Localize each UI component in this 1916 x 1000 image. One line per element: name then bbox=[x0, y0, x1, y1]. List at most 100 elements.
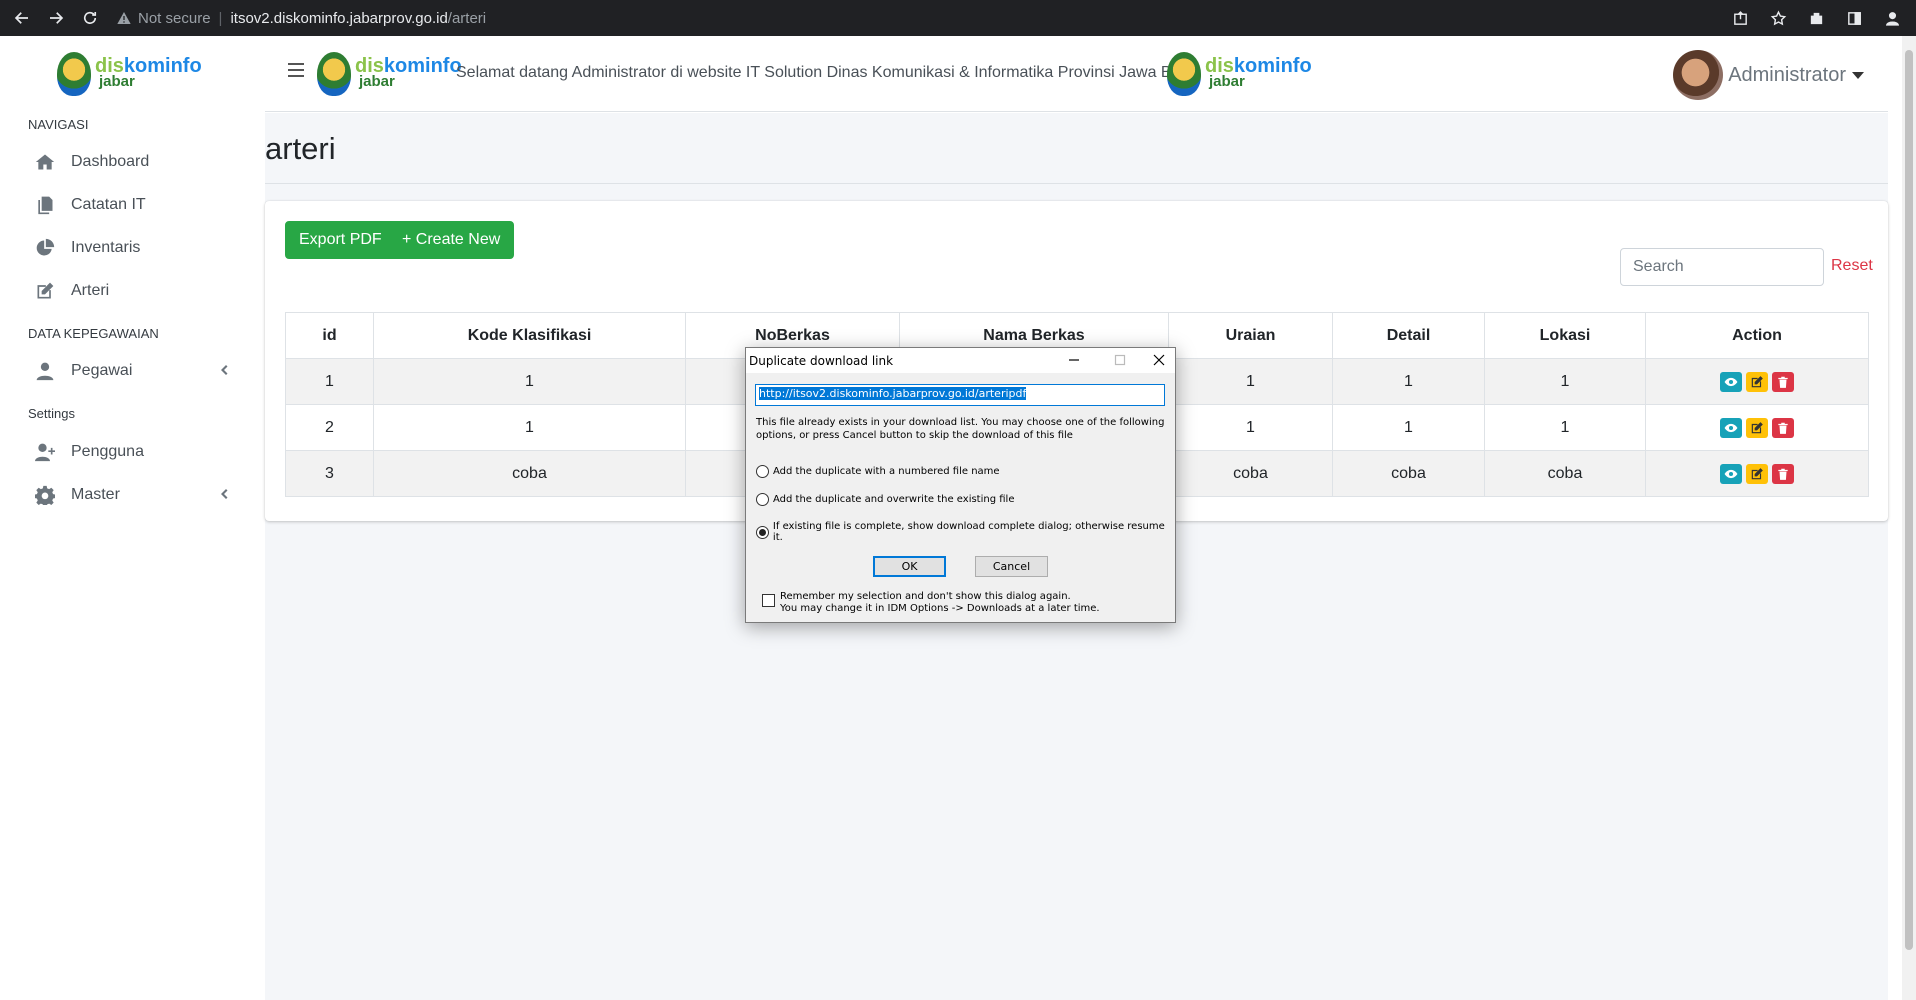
browser-toolbar: Not secure | itsov2.diskominfo.jabarprov… bbox=[0, 0, 1916, 36]
jabar-crest-icon bbox=[1167, 52, 1201, 96]
extensions-icon[interactable] bbox=[1804, 6, 1828, 30]
sidebar-item-inventaris[interactable]: Inventaris bbox=[34, 238, 234, 258]
option-resume[interactable]: If existing file is complete, show downl… bbox=[756, 521, 1175, 543]
minimize-icon[interactable] bbox=[1059, 350, 1089, 370]
checkbox-box[interactable] bbox=[762, 594, 775, 607]
view-button[interactable] bbox=[1720, 371, 1742, 392]
sidebar-item-label: Inventaris bbox=[71, 239, 141, 256]
brand-part2: kominfo bbox=[1233, 55, 1312, 77]
brand-part2: kominfo bbox=[383, 55, 462, 77]
welcome-text: Selamat datang Administrator di website … bbox=[456, 64, 1200, 81]
profile-icon[interactable] bbox=[1880, 6, 1904, 30]
view-button[interactable] bbox=[1720, 463, 1742, 484]
sidebar-item-pengguna[interactable]: Pengguna bbox=[34, 442, 234, 462]
ok-button[interactable]: OK bbox=[873, 556, 946, 577]
option-label: If existing file is complete, show downl… bbox=[772, 521, 1165, 543]
title-divider bbox=[265, 183, 1888, 184]
export-pdf-button[interactable]: Export PDF bbox=[285, 221, 396, 259]
edit-button[interactable] bbox=[1746, 371, 1768, 392]
edit-button[interactable] bbox=[1746, 463, 1768, 484]
forward-icon[interactable] bbox=[44, 6, 68, 30]
delete-button[interactable] bbox=[1772, 417, 1794, 438]
delete-button[interactable] bbox=[1772, 463, 1794, 484]
column-header-uraian[interactable]: Uraian bbox=[1168, 312, 1333, 359]
dialog-title: Duplicate download link bbox=[749, 354, 894, 368]
section-title-navigasi: NAVIGASI bbox=[28, 117, 89, 132]
not-secure-indicator[interactable]: Not secure bbox=[116, 10, 211, 27]
search-input[interactable] bbox=[1620, 248, 1824, 286]
url-host: itsov2.diskominfo.jabarprov.go.id bbox=[230, 9, 448, 27]
reset-link[interactable]: Reset bbox=[1831, 257, 1873, 275]
chevron-left-icon bbox=[218, 363, 230, 381]
column-header-detail[interactable]: Detail bbox=[1332, 312, 1485, 359]
sidebar-item-dashboard[interactable]: Dashboard bbox=[34, 152, 234, 172]
header-logo-left: diskominfo jabar bbox=[317, 52, 462, 96]
caret-down-icon bbox=[1852, 71, 1864, 79]
eye-icon bbox=[1724, 469, 1738, 478]
maximize-icon bbox=[1105, 350, 1135, 370]
sidebar-item-master[interactable]: Master bbox=[34, 485, 234, 505]
user-name: Administrator bbox=[1728, 63, 1846, 86]
back-icon[interactable] bbox=[10, 6, 34, 30]
eye-icon bbox=[1724, 423, 1738, 432]
remember-line-2: You may change it in IDM Options -> Down… bbox=[780, 603, 1100, 614]
not-secure-label: Not secure bbox=[138, 9, 211, 27]
cancel-button[interactable]: Cancel bbox=[975, 556, 1048, 577]
column-header-id[interactable]: id bbox=[285, 312, 374, 359]
side-panel-icon[interactable] bbox=[1842, 6, 1866, 30]
sidebar-item-pegawai[interactable]: Pegawai bbox=[34, 361, 234, 381]
sidebar-item-label: Catatan IT bbox=[71, 196, 146, 213]
view-button[interactable] bbox=[1720, 417, 1742, 438]
remember-line-1: Remember my selection and don't show thi… bbox=[780, 591, 1071, 602]
option-label: Add the duplicate and overwrite the exis… bbox=[773, 494, 1015, 505]
cell-uraian: 1 bbox=[1168, 358, 1333, 405]
cell-uraian: coba bbox=[1168, 450, 1333, 497]
radio-button[interactable] bbox=[756, 493, 769, 506]
chart-pie-icon bbox=[34, 238, 56, 258]
home-icon bbox=[34, 152, 56, 172]
cell-detail: 1 bbox=[1332, 358, 1485, 405]
duplicate-download-dialog: Duplicate download link http://itsov2.di… bbox=[745, 347, 1176, 623]
trash-icon bbox=[1778, 422, 1788, 434]
gear-icon bbox=[34, 485, 56, 505]
cell-id: 3 bbox=[285, 450, 374, 497]
cell-detail: 1 bbox=[1332, 404, 1485, 451]
sidebar-item-catatan-it[interactable]: Catatan IT bbox=[34, 195, 234, 215]
sidebar-logo[interactable]: diskominfo jabar bbox=[57, 52, 202, 96]
delete-button[interactable] bbox=[1772, 371, 1794, 392]
remember-selection-checkbox[interactable]: Remember my selection and don't show thi… bbox=[762, 591, 1100, 615]
close-icon[interactable] bbox=[1144, 350, 1174, 370]
url-path: /arteri bbox=[447, 9, 487, 27]
section-title-data-kepegawaian: DATA KEPEGAWAIAN bbox=[28, 326, 159, 341]
edit-button[interactable] bbox=[1746, 417, 1768, 438]
brand-part2: kominfo bbox=[123, 55, 202, 77]
jabar-crest-icon bbox=[57, 52, 91, 96]
copy-icon bbox=[34, 195, 56, 215]
share-icon[interactable] bbox=[1728, 6, 1752, 30]
warning-icon bbox=[117, 12, 131, 24]
reload-icon[interactable] bbox=[78, 6, 102, 30]
option-overwrite[interactable]: Add the duplicate and overwrite the exis… bbox=[756, 493, 1014, 506]
sidebar-item-arteri[interactable]: Arteri bbox=[34, 281, 234, 301]
user-menu[interactable]: Administrator bbox=[1673, 50, 1864, 100]
radio-button-selected[interactable] bbox=[756, 525, 769, 539]
column-header-lokasi[interactable]: Lokasi bbox=[1484, 312, 1646, 359]
cell-uraian: 1 bbox=[1168, 404, 1333, 451]
page-scrollbar[interactable] bbox=[1902, 36, 1916, 1000]
top-header: diskominfo jabar Selamat datang Administ… bbox=[265, 36, 1888, 112]
column-header-kode-klasifikasi[interactable]: Kode Klasifikasi bbox=[373, 312, 686, 359]
cell-action bbox=[1645, 450, 1869, 497]
address-bar[interactable]: Not secure | itsov2.diskominfo.jabarprov… bbox=[116, 5, 486, 31]
browser-actions bbox=[1728, 6, 1904, 30]
download-url-field[interactable]: http://itsov2.diskominfo.jabarprov.go.id… bbox=[755, 384, 1165, 406]
dialog-titlebar[interactable]: Duplicate download link bbox=[746, 348, 1175, 373]
star-icon[interactable] bbox=[1766, 6, 1790, 30]
menu-toggle-icon[interactable] bbox=[288, 63, 304, 77]
cell-id: 2 bbox=[285, 404, 374, 451]
cell-kode-klasifikasi: 1 bbox=[373, 358, 686, 405]
radio-button[interactable] bbox=[756, 465, 769, 478]
scrollbar-thumb[interactable] bbox=[1905, 50, 1913, 950]
create-new-button[interactable]: + Create New bbox=[388, 221, 515, 259]
option-numbered-name[interactable]: Add the duplicate with a numbered file n… bbox=[756, 465, 1000, 478]
user-plus-icon bbox=[34, 442, 56, 462]
